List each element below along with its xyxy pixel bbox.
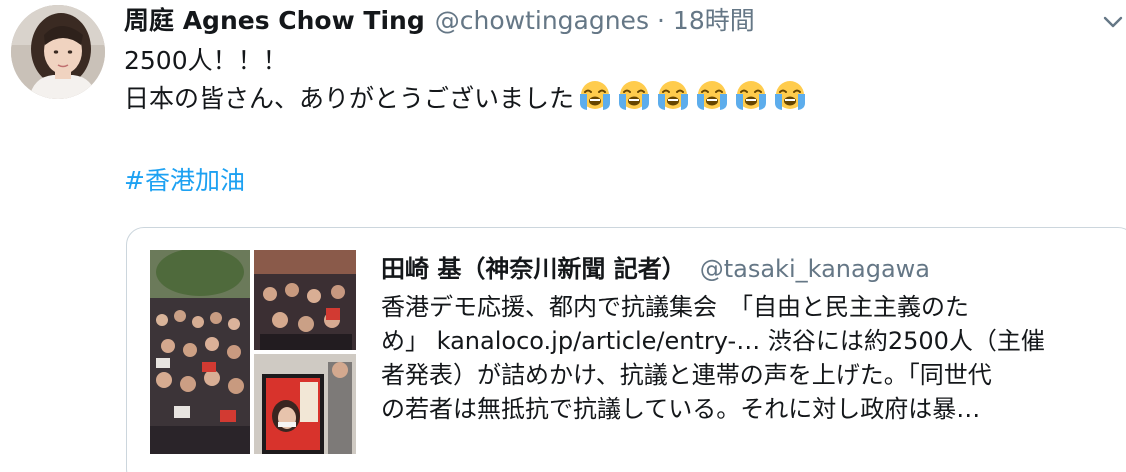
quoted-tweet-header: 田崎 基（神奈川新聞 記者） @tasaki_kanagawa	[381, 252, 930, 286]
tweet: 周庭 Agnes Chow Ting @chowtingagnes · 18時間…	[0, 0, 1126, 472]
photo-poster-bottom-right	[254, 354, 356, 454]
photo-crowd-top-right	[254, 250, 356, 350]
user-handle[interactable]: @chowtingagnes	[435, 4, 649, 38]
avatar[interactable]	[11, 5, 105, 99]
emoji-group	[576, 78, 810, 112]
tweet-text-line-1: 2500人！！！	[124, 46, 288, 75]
quoted-text-line-2: め」 kanaloco.jp/article/entry-… 渋谷には約2500…	[381, 327, 1045, 355]
loudly-crying-face-icon	[580, 81, 611, 110]
loudly-crying-face-icon	[658, 81, 689, 110]
loudly-crying-face-icon	[775, 81, 806, 110]
tweet-header: 周庭 Agnes Chow Ting @chowtingagnes · 18時間	[124, 4, 755, 38]
display-name[interactable]: 周庭 Agnes Chow Ting	[124, 4, 425, 38]
quoted-text-line-4: の若者は無抵抗で抗議している。それに対し政府は暴…	[381, 395, 981, 423]
loudly-crying-face-icon	[619, 81, 650, 110]
quoted-tweet-text: 香港デモ応援、都内で抗議集会 「自由と民主主義のた め」 kanaloco.jp…	[381, 290, 1101, 426]
tweet-text: 2500人！！！ 日本の皆さん、ありがとうございました	[124, 43, 1084, 113]
chevron-down-icon[interactable]	[1102, 13, 1124, 31]
loudly-crying-face-icon	[736, 81, 767, 110]
quoted-user-handle[interactable]: @tasaki_kanagawa	[700, 255, 930, 283]
tweet-text-line: 日本の皆さん、ありがとうございました	[124, 78, 1084, 113]
quoted-tweet-media[interactable]	[150, 250, 356, 454]
quoted-display-name[interactable]: 田崎 基（神奈川新聞 記者）	[381, 255, 686, 283]
tweet-text-line-2: 日本の皆さん、ありがとうございました	[124, 84, 575, 113]
quoted-text-line-3: 者発表）が詰めかけ、抗議と連帯の声を上げた。「同世代	[381, 361, 992, 389]
timestamp[interactable]: 18時間	[673, 4, 755, 38]
hashtag-link[interactable]: #香港加油	[124, 164, 245, 198]
quoted-tweet-card[interactable]: 田崎 基（神奈川新聞 記者） @tasaki_kanagawa 香港デモ応援、都内…	[126, 227, 1126, 472]
separator-dot: ·	[656, 6, 665, 35]
avatar-image	[11, 5, 105, 99]
loudly-crying-face-icon	[697, 81, 728, 110]
quoted-text-line-1: 香港デモ応援、都内で抗議集会 「自由と民主主義のた	[381, 293, 969, 321]
tweet-text-line: 2500人！！！	[124, 43, 1084, 78]
photo-crowd-left	[150, 250, 250, 454]
